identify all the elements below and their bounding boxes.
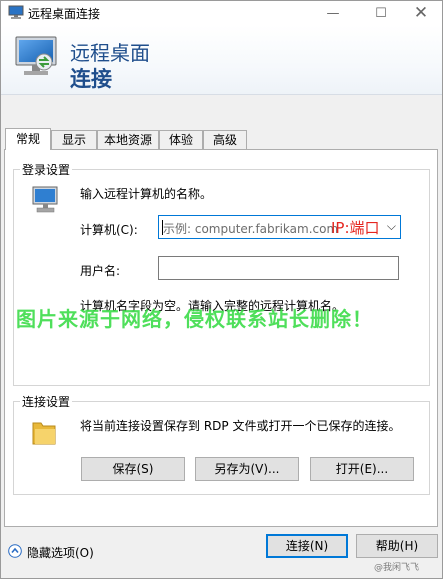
tab-display[interactable]: 显示	[51, 130, 97, 149]
general-tab-panel: 登录设置 输入远程计算机的名称。 计算机(C): 示例: computer.fa…	[4, 149, 438, 527]
banner-title-line1: 远程桌面	[70, 41, 150, 65]
tab-experience[interactable]: 体验	[159, 130, 203, 149]
username-field[interactable]	[158, 256, 399, 280]
computer-label: 计算机(C):	[80, 223, 138, 237]
save-as-button[interactable]: 另存为(V)...	[195, 457, 299, 481]
remote-desktop-icon	[8, 5, 24, 19]
connection-description: 将当前连接设置保存到 RDP 文件或打开一个已保存的连接。	[80, 419, 401, 433]
minimize-button[interactable]: —	[311, 1, 355, 25]
title-bar[interactable]: 远程桌面连接 — ☐ ✕	[1, 1, 442, 25]
tab-advanced[interactable]: 高级	[203, 130, 247, 149]
help-button[interactable]: 帮助(H)	[356, 534, 438, 558]
header-banner: 远程桌面 连接	[1, 25, 442, 95]
hide-options-link[interactable]: 隐藏选项(O)	[27, 544, 94, 561]
chevron-down-icon[interactable]: ⌵	[387, 219, 396, 234]
window-title: 远程桌面连接	[28, 7, 101, 21]
chevron-up-circle-icon[interactable]	[8, 544, 22, 558]
computer-placeholder: 示例: computer.fabrikam.com	[163, 222, 339, 236]
tab-general[interactable]: 常规	[5, 128, 51, 150]
instruction-text: 输入远程计算机的名称。	[80, 187, 213, 201]
save-button[interactable]: 保存(S)	[81, 457, 185, 481]
watermark-text: 图片来源于网络，侵权联系站长删除！	[16, 307, 373, 331]
login-settings-label: 登录设置	[20, 161, 73, 178]
connect-button[interactable]: 连接(N)	[266, 534, 348, 558]
tab-local-resources[interactable]: 本地资源	[97, 130, 159, 149]
connection-settings-label: 连接设置	[20, 393, 73, 410]
remote-desktop-window: 远程桌面连接 — ☐ ✕ 远程桌面 连接 常规 显示 本地资源 体验 高级 登录…	[0, 0, 443, 579]
ip-port-annotation: IP:端口	[331, 219, 380, 237]
open-button[interactable]: 打开(E)...	[310, 457, 414, 481]
banner-title-line2: 连接	[70, 67, 112, 91]
computer-icon	[32, 186, 58, 213]
remote-desktop-logo-icon	[15, 36, 57, 75]
image-credit: @我闲飞飞	[374, 563, 420, 573]
username-label: 用户名:	[80, 264, 121, 278]
close-button[interactable]: ✕	[399, 1, 442, 25]
maximize-button[interactable]: ☐	[359, 1, 403, 25]
folder-icon	[32, 422, 56, 445]
